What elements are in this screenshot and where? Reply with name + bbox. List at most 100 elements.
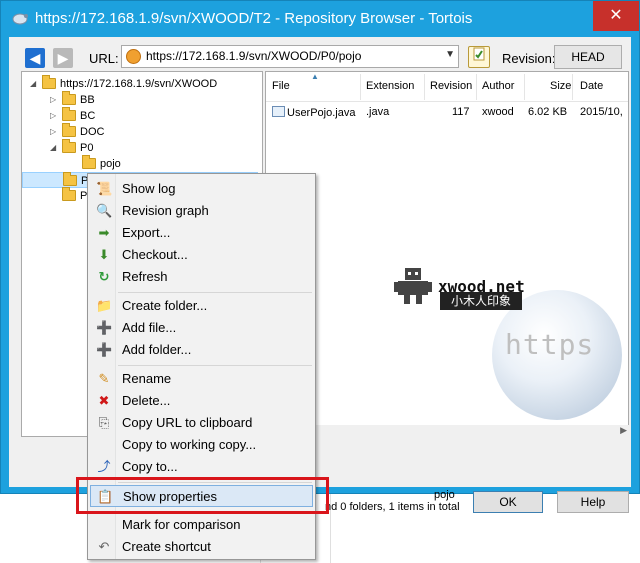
- menu-item-copy-to-working-copy[interactable]: Copy to working copy...: [90, 434, 313, 456]
- menu-item-add-file[interactable]: ➕ Add file...: [90, 317, 313, 339]
- watermark-subtitle: 小木人印象: [440, 292, 522, 310]
- window-title: https://172.168.1.9/svn/XWOOD/T2 - Repos…: [35, 10, 473, 27]
- globe-watermark-text: https: [505, 328, 595, 361]
- menu-item-show-log[interactable]: 📜 Show log: [90, 178, 313, 200]
- menu-item-label: Rename: [122, 371, 172, 386]
- repository-url-icon: [126, 49, 141, 64]
- column-header-revision[interactable]: Revision: [430, 80, 472, 92]
- table-row[interactable]: UserPojo.java .java 117 xwood 6.02 KB 20…: [266, 104, 628, 122]
- menu-item-label: Revision graph: [122, 203, 209, 218]
- rename-icon: ✎: [98, 371, 110, 386]
- status-summary: nd 0 folders, 1 items in total: [325, 501, 460, 513]
- menu-item-add-folder[interactable]: ➕ Add folder...: [90, 339, 313, 361]
- chevron-down-icon[interactable]: ▼: [445, 49, 455, 60]
- revision-picker-button[interactable]: [468, 46, 490, 68]
- scroll-right-icon[interactable]: ▶: [620, 425, 627, 436]
- menu-item-label: Copy to...: [122, 459, 178, 474]
- revision-cell: 117: [452, 106, 470, 118]
- menu-item-label: Delete...: [122, 393, 171, 408]
- menu-item-copy-url[interactable]: ⎘ Copy URL to clipboard: [90, 412, 313, 434]
- refresh-icon: ↻: [98, 269, 110, 284]
- menu-item-checkout[interactable]: ⬇ Checkout...: [90, 244, 313, 266]
- java-file-icon: [272, 106, 285, 117]
- expander-icon[interactable]: ◢: [50, 140, 60, 156]
- tree-item-p0[interactable]: ◢ P0: [50, 138, 94, 156]
- menu-item-label: Create shortcut: [122, 539, 211, 554]
- menu-item-label: Show log: [122, 181, 176, 196]
- menu-separator: [118, 292, 312, 293]
- tortoisesvn-icon: [12, 13, 28, 25]
- tree-item-bc[interactable]: ▷ BC: [50, 106, 96, 124]
- column-header-extension[interactable]: Extension: [366, 80, 414, 92]
- show-log-icon: 📜: [96, 181, 113, 196]
- menu-item-rename[interactable]: ✎ Rename: [90, 368, 313, 390]
- column-header-size[interactable]: Size: [550, 80, 571, 92]
- export-icon: ➡: [98, 225, 110, 240]
- url-combobox[interactable]: https://172.168.1.9/svn/XWOOD/P0/pojo ▼: [121, 45, 459, 68]
- menu-item-refresh[interactable]: ↻ Refresh: [90, 266, 313, 288]
- tree-item-root[interactable]: ◢ https://172.168.1.9/svn/XWOOD: [30, 74, 217, 92]
- folder-icon: [62, 122, 76, 137]
- expander-icon[interactable]: ▷: [50, 92, 60, 108]
- highlight-annotation: [76, 477, 329, 514]
- folder-icon: [42, 74, 56, 89]
- tree-item-bb[interactable]: ▷ BB: [50, 90, 95, 108]
- date-cell: 2015/10,: [580, 106, 623, 118]
- menu-item-label: Export...: [122, 225, 171, 240]
- menu-item-label: Mark for comparison: [122, 517, 241, 532]
- forward-button[interactable]: ▶: [53, 48, 73, 68]
- column-divider[interactable]: [572, 74, 573, 100]
- url-value[interactable]: https://172.168.1.9/svn/XWOOD/P0/pojo: [146, 49, 361, 63]
- menu-item-create-folder[interactable]: 📁 Create folder...: [90, 295, 313, 317]
- add-file-icon: ➕: [96, 320, 113, 335]
- column-header-file[interactable]: File: [272, 80, 290, 92]
- menu-item-mark-for-comparison[interactable]: Mark for comparison: [90, 514, 313, 536]
- menu-item-export[interactable]: ➡ Export...: [90, 222, 313, 244]
- horizontal-scrollbar[interactable]: ▶: [265, 425, 629, 437]
- tree-item-doc[interactable]: ▷ DOC: [50, 122, 105, 140]
- column-divider[interactable]: [476, 74, 477, 100]
- menu-item-delete[interactable]: ✖ Delete...: [90, 390, 313, 412]
- file-name: UserPojo.java: [287, 107, 356, 119]
- tree-item-label: BC: [80, 110, 96, 122]
- close-button[interactable]: ✕: [593, 1, 639, 31]
- extension-cell: .java: [366, 106, 390, 118]
- head-button[interactable]: HEAD: [554, 45, 622, 69]
- back-button[interactable]: ◀: [25, 48, 45, 68]
- tree-item-label: P0: [80, 142, 94, 154]
- menu-item-create-shortcut[interactable]: ↶ Create shortcut: [90, 536, 313, 558]
- folder-icon: [63, 171, 77, 186]
- title-bar[interactable]: https://172.168.1.9/svn/XWOOD/T2 - Repos…: [1, 1, 639, 37]
- expander-icon[interactable]: ▷: [50, 108, 60, 124]
- revision-label: Revision:: [502, 51, 556, 66]
- column-header-date[interactable]: Date: [580, 80, 603, 92]
- column-header-author[interactable]: Author: [482, 80, 514, 92]
- menu-item-revision-graph[interactable]: 🔍 Revision graph: [90, 200, 313, 222]
- tree-item-p[interactable]: P: [50, 186, 87, 204]
- menu-item-copy-to[interactable]: ⤴ Copy to...: [90, 456, 313, 478]
- list-header: ▲ File Extension Revision Author Size Da…: [266, 72, 628, 102]
- column-divider[interactable]: [524, 74, 525, 100]
- create-shortcut-icon: ↶: [98, 539, 110, 554]
- menu-item-label: Copy to working copy...: [122, 437, 257, 452]
- expander-icon[interactable]: ▷: [50, 124, 60, 140]
- expander-icon[interactable]: ◢: [30, 76, 40, 92]
- tree-item-label: pojo: [100, 158, 121, 170]
- ok-button[interactable]: OK: [473, 491, 543, 513]
- menu-item-label: Copy URL to clipboard: [122, 415, 253, 430]
- copy-to-icon: ⤴: [97, 459, 111, 474]
- menu-separator: [118, 365, 312, 366]
- folder-icon: [62, 186, 76, 201]
- folder-icon: [82, 154, 96, 169]
- tree-item-label: BB: [80, 94, 95, 106]
- help-button[interactable]: Help: [557, 491, 629, 513]
- copy-url-icon: ⎘: [98, 415, 110, 430]
- url-label: URL:: [89, 51, 119, 66]
- tree-item-label: DOC: [80, 126, 105, 138]
- folder-icon: [62, 138, 76, 153]
- tree-item-pojo[interactable]: pojo: [70, 154, 121, 172]
- column-divider[interactable]: [360, 74, 361, 100]
- column-divider[interactable]: [424, 74, 425, 100]
- revision-graph-icon: 🔍: [96, 203, 113, 218]
- create-folder-icon: 📁: [96, 298, 113, 313]
